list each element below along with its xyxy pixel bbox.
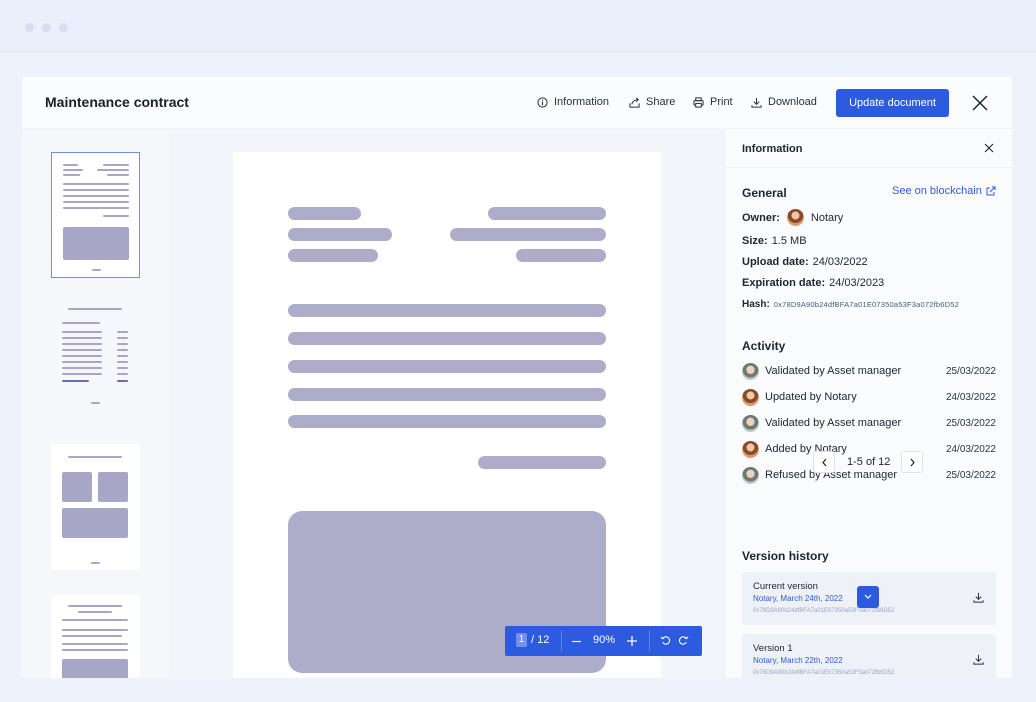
general-heading: General bbox=[742, 186, 787, 200]
share-button[interactable]: Share bbox=[629, 96, 675, 108]
zoom-toolbar: 1 / 12 90% bbox=[505, 626, 702, 656]
version-history-heading: Version history bbox=[742, 549, 829, 563]
update-document-button[interactable]: Update document bbox=[836, 89, 949, 117]
document-title: Maintenance contract bbox=[45, 94, 189, 110]
chevron-down-icon bbox=[864, 594, 872, 599]
document-canvas bbox=[169, 129, 724, 678]
download-icon bbox=[751, 97, 762, 108]
page-thumbnail[interactable] bbox=[51, 595, 140, 678]
see-on-blockchain-link[interactable]: See on blockchain bbox=[892, 185, 996, 197]
activity-pagination: 1-5 of 12 bbox=[847, 456, 891, 468]
expiration-date-row: Expiration date: 24/03/2023 bbox=[742, 277, 885, 289]
avatar bbox=[742, 466, 759, 484]
window-dot bbox=[25, 23, 34, 32]
activity-heading: Activity bbox=[742, 339, 786, 353]
document-viewer-modal: Maintenance contract Information Share P… bbox=[22, 77, 1012, 678]
print-icon bbox=[693, 96, 704, 108]
share-icon bbox=[629, 97, 640, 108]
avatar bbox=[786, 209, 804, 226]
download-label: Download bbox=[768, 96, 817, 108]
page-thumbnail[interactable] bbox=[51, 444, 140, 570]
rotate-right-icon[interactable] bbox=[678, 635, 689, 646]
zoom-level: 90% bbox=[593, 634, 616, 646]
rotate-left-icon[interactable] bbox=[660, 635, 671, 646]
page-thumbnails bbox=[22, 129, 169, 678]
hash-row: Hash: 0x78D9A90b24dfBFA7a01E07350a53F3a0… bbox=[742, 299, 960, 310]
chevron-left-icon bbox=[822, 458, 827, 467]
close-icon[interactable] bbox=[984, 143, 994, 153]
share-label: Share bbox=[646, 96, 676, 108]
activity-item: Validated by Asset manager 25/03/2022 bbox=[742, 362, 996, 380]
download-button[interactable]: Download bbox=[751, 96, 817, 108]
hash-value: 0x78D9A90b24dfBFA7a01E07350a53F3a072fb6D… bbox=[773, 300, 960, 309]
page-thumbnail[interactable] bbox=[51, 152, 140, 278]
version-item[interactable]: Version 1 Notary, March 22th, 2022 0x78D… bbox=[742, 634, 996, 678]
information-button[interactable]: Information bbox=[537, 96, 609, 108]
browser-top-bar bbox=[0, 0, 1036, 52]
next-page-button[interactable] bbox=[901, 451, 923, 473]
activity-item: Refused by Asset manager 25/03/2022 bbox=[742, 466, 996, 484]
window-dot bbox=[42, 23, 51, 32]
page-total: / 12 bbox=[531, 634, 550, 646]
minus-icon[interactable] bbox=[572, 637, 581, 646]
chevron-right-icon bbox=[910, 458, 915, 467]
page-thumbnail[interactable] bbox=[51, 298, 140, 424]
upload-date-row: Upload date: 24/03/2022 bbox=[742, 256, 868, 268]
info-icon bbox=[537, 96, 548, 108]
information-label: Information bbox=[554, 96, 610, 108]
download-icon[interactable] bbox=[973, 592, 984, 603]
avatar bbox=[742, 414, 759, 432]
plus-icon[interactable] bbox=[627, 636, 637, 646]
see-on-blockchain-label: See on blockchain bbox=[892, 185, 982, 197]
avatar bbox=[742, 388, 759, 406]
avatar bbox=[742, 440, 759, 458]
document-page bbox=[233, 152, 661, 678]
version-expand-button[interactable] bbox=[857, 586, 879, 608]
close-icon[interactable] bbox=[971, 94, 989, 112]
download-icon[interactable] bbox=[973, 654, 984, 665]
page-number-input[interactable]: 1 bbox=[516, 633, 527, 647]
size-row: Size: 1.5 MB bbox=[742, 235, 807, 247]
activity-item: Updated by Notary 24/03/2022 bbox=[742, 388, 996, 406]
avatar bbox=[742, 362, 759, 380]
previous-page-button[interactable] bbox=[813, 451, 835, 473]
print-label: Print bbox=[710, 96, 733, 108]
window-dot bbox=[59, 23, 68, 32]
print-button[interactable]: Print bbox=[693, 96, 733, 108]
external-link-icon bbox=[986, 186, 996, 196]
information-panel-title: Information bbox=[742, 143, 803, 155]
owner-row: Owner: Notary bbox=[742, 209, 843, 226]
information-panel-header: Information bbox=[725, 129, 1012, 168]
activity-item: Validated by Asset manager 25/03/2022 bbox=[742, 414, 996, 432]
modal-header: Maintenance contract Information Share P… bbox=[22, 77, 1012, 129]
